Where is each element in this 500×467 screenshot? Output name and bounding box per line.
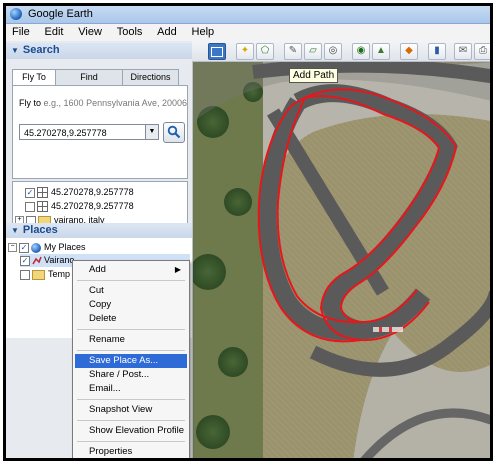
places-header[interactable]: ▼ Places [6, 223, 192, 239]
envelope-icon: ✉ [458, 45, 468, 56]
checkbox[interactable] [20, 269, 30, 280]
menu-item-delete[interactable]: Delete [75, 312, 187, 326]
sunlight-button[interactable]: ▲ [372, 43, 390, 60]
tree-item-my-places[interactable]: − ✓ My Places [8, 241, 86, 254]
fly-to-input[interactable]: 45.270278,9.257778 ▼ [19, 124, 159, 140]
menu-item-save-place-as[interactable]: Save Place As... [75, 354, 187, 368]
menu-item-show-elevation-profile[interactable]: Show Elevation Profile [75, 424, 187, 438]
checkbox[interactable] [25, 201, 35, 212]
collapse-triangle-icon: ▼ [11, 226, 19, 235]
menu-view[interactable]: View [72, 24, 108, 40]
image-overlay-icon: ▱ [309, 45, 317, 56]
tab-fly-to[interactable]: Fly To [12, 69, 56, 86]
planet-icon: ◆ [405, 45, 413, 56]
race-track-imagery [193, 62, 490, 458]
menu-edit[interactable]: Edit [39, 24, 70, 40]
my-places-label: My Places [44, 242, 86, 252]
menu-separator [77, 399, 185, 400]
placemark-grid-icon [37, 201, 48, 213]
dropdown-arrow-icon[interactable]: ▼ [145, 125, 158, 139]
places-header-label: Places [22, 224, 58, 236]
fly-to-hint: Fly to e.g., 1600 Pennsylvania Ave, 2000… [19, 98, 187, 108]
add-polygon-button[interactable]: ⬠ [256, 43, 274, 60]
menu-item-copy[interactable]: Copy [75, 298, 187, 312]
title-bar: Google Earth [6, 6, 490, 24]
historical-imagery-button[interactable]: ◉ [352, 43, 370, 60]
menu-separator [77, 280, 185, 281]
menu-help[interactable]: Help [186, 24, 221, 40]
google-earth-app-icon [10, 8, 22, 20]
list-item[interactable]: ✓ 45.270278,9.257778 [25, 186, 134, 199]
ruler-button[interactable]: ▮ [428, 43, 446, 60]
menu-item-rename[interactable]: Rename [75, 333, 187, 347]
menu-separator [77, 441, 185, 442]
window-title: Google Earth [28, 8, 93, 20]
menu-item-add-label: Add [89, 264, 106, 275]
sidebar-icon [211, 47, 223, 57]
selected-item-label: Vairano [44, 255, 75, 265]
menu-separator [77, 329, 185, 330]
fly-to-panel: Fly to e.g., 1600 Pennsylvania Ave, 2000… [12, 85, 188, 179]
context-menu: Add ▶ Cut Copy Delete Rename Save Place … [72, 260, 190, 458]
print-button[interactable]: ⎙ [474, 43, 490, 60]
tab-directions[interactable]: Directions [122, 69, 179, 85]
menu-file[interactable]: File [6, 24, 36, 40]
add-image-overlay-button[interactable]: ▱ [304, 43, 322, 60]
menu-item-snapshot-view[interactable]: Snapshot View [75, 403, 187, 417]
pushpin-icon: ✦ [240, 45, 250, 56]
tab-find-businesses[interactable]: Find Businesses [55, 69, 123, 96]
landscape-icon: ▲ [376, 45, 386, 56]
placemark-grid-icon [37, 187, 48, 199]
list-item[interactable]: 45.270278,9.257778 [25, 200, 134, 213]
menu-separator [77, 420, 185, 421]
menu-add[interactable]: Add [151, 24, 183, 40]
menu-item-share-post[interactable]: Share / Post... [75, 368, 187, 382]
switch-planet-button[interactable]: ◆ [400, 43, 418, 60]
camera-icon: ◎ [328, 45, 338, 56]
ruler-icon: ▮ [434, 45, 440, 56]
record-tour-button[interactable]: ◎ [324, 43, 342, 60]
sidebar-toggle-button[interactable] [208, 43, 226, 60]
checkbox-checked[interactable]: ✓ [20, 255, 30, 266]
magnifier-icon [167, 125, 181, 139]
main-toolbar: ✦ ⬠ ✎ ▱ ◎ ◉ ▲ ◆ ▮ ✉ ⎙ [192, 41, 490, 62]
add-placemark-button[interactable]: ✦ [236, 43, 254, 60]
temp-label: Temp [48, 269, 71, 279]
email-button[interactable]: ✉ [454, 43, 472, 60]
menu-bar: File Edit View Tools Add Help [6, 24, 490, 41]
checkbox-checked[interactable]: ✓ [19, 242, 29, 253]
submenu-arrow-icon: ▶ [174, 265, 181, 274]
google-earth-window: Google Earth File Edit View Tools Add He… [3, 3, 493, 461]
collapse-triangle-icon: ▼ [11, 46, 19, 55]
printer-icon: ⎙ [479, 45, 487, 56]
add-path-button[interactable]: ✎ [284, 43, 302, 60]
fly-to-input-value: 45.270278,9.257778 [24, 128, 107, 138]
path-icon [32, 256, 42, 266]
fly-to-hint-prefix: Fly to [19, 98, 42, 108]
search-header-label: Search [22, 44, 60, 56]
checkbox-checked[interactable]: ✓ [25, 187, 35, 198]
tree-item-temp[interactable]: Temp [20, 268, 70, 281]
menu-item-cut[interactable]: Cut [75, 284, 187, 298]
collapse-minus-icon[interactable]: − [8, 243, 17, 253]
globe-icon [31, 242, 41, 253]
fly-to-hint-example: e.g., 1600 Pennsylvania Ave, 20006 [43, 98, 187, 108]
satellite-map-view[interactable] [193, 62, 490, 458]
search-header[interactable]: ▼ Search [6, 43, 192, 59]
menu-item-email[interactable]: Email... [75, 382, 187, 396]
menu-item-add[interactable]: Add ▶ [75, 263, 187, 277]
search-button[interactable] [163, 122, 185, 143]
folder-icon [32, 269, 45, 280]
tooltip-add-path: Add Path [289, 68, 339, 83]
path-tool-icon: ✎ [288, 45, 298, 56]
polygon-icon: ⬠ [260, 45, 270, 56]
menu-tools[interactable]: Tools [111, 24, 149, 40]
menu-separator [77, 350, 185, 351]
menu-item-properties[interactable]: Properties [75, 445, 187, 458]
earth-icon: ◉ [356, 45, 366, 56]
result-label: 45.270278,9.257778 [51, 201, 134, 211]
result-label: 45.270278,9.257778 [51, 187, 134, 197]
